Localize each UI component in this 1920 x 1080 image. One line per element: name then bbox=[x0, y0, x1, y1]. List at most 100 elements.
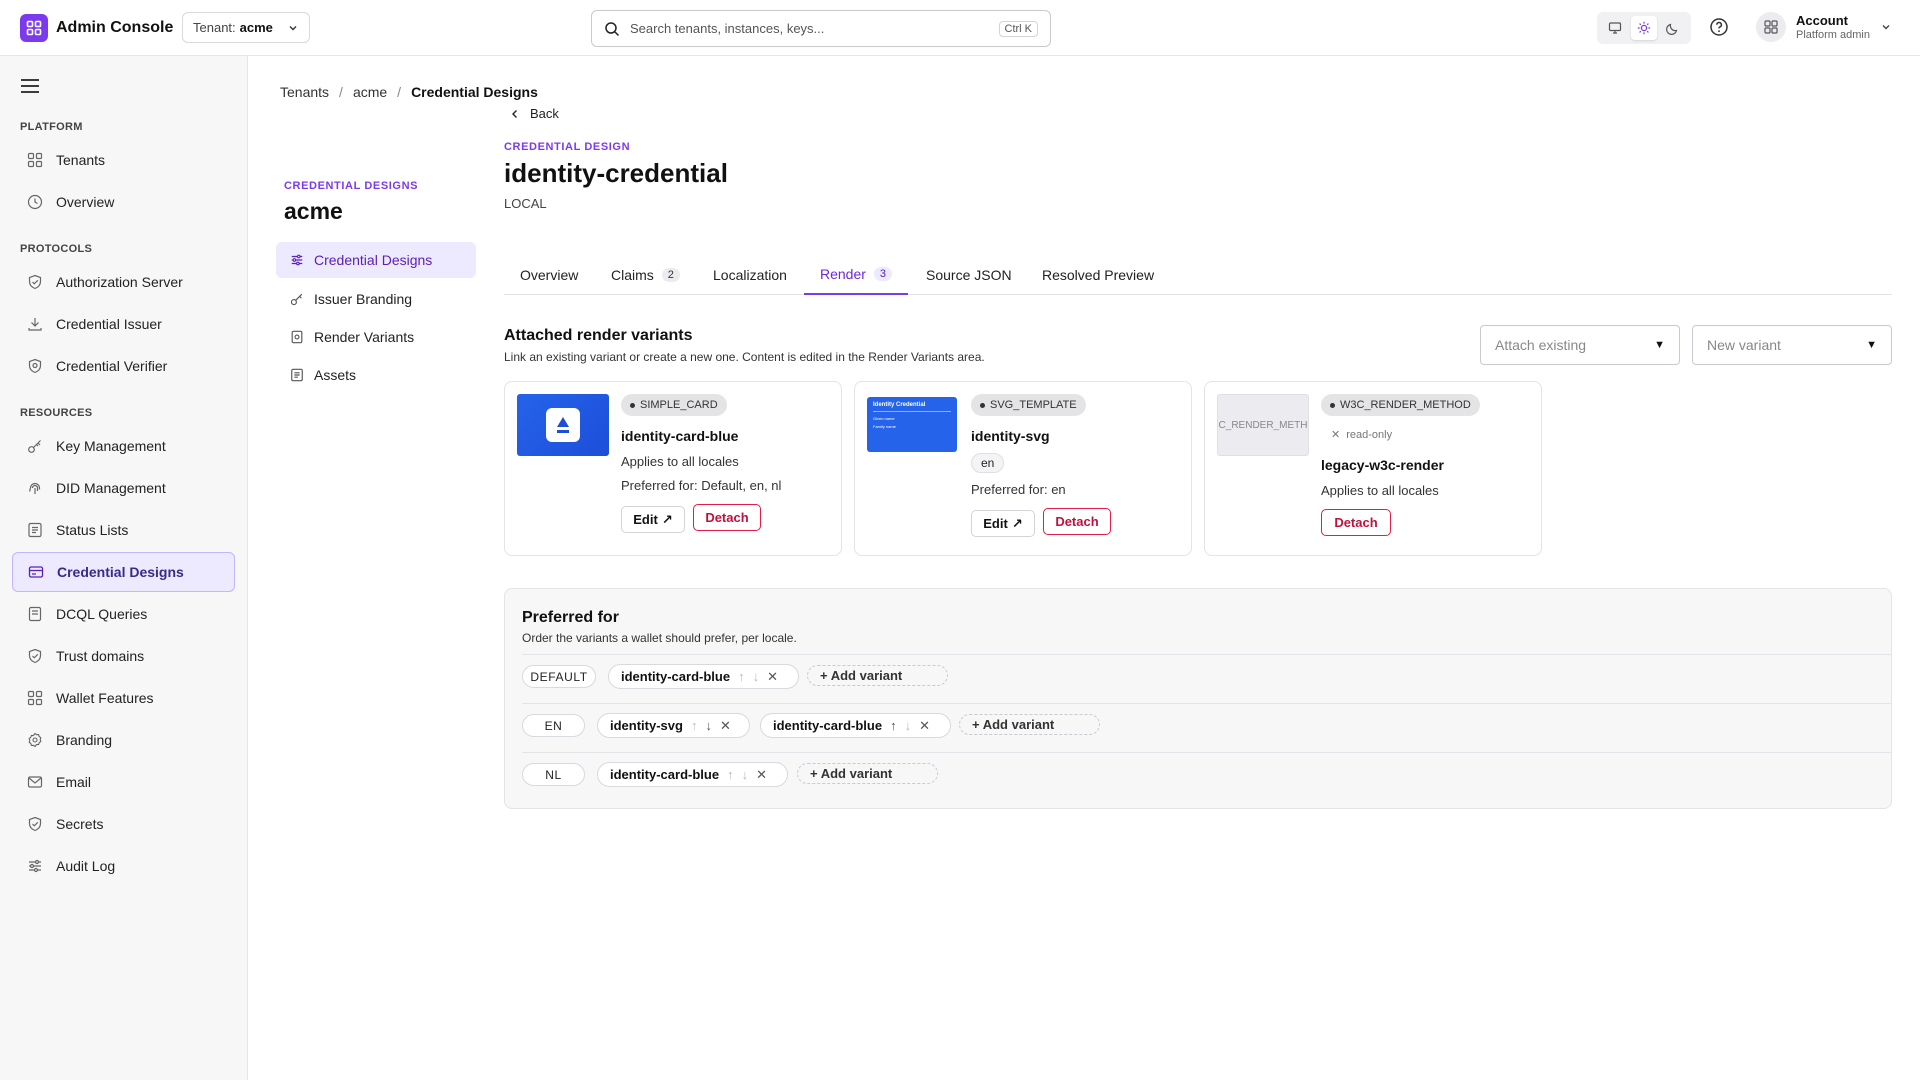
arrow-down-icon[interactable]: ↓ bbox=[742, 767, 749, 782]
tab-resolved-preview[interactable]: Resolved Preview bbox=[1026, 254, 1170, 295]
detach-button[interactable]: Detach bbox=[1321, 509, 1391, 536]
subnav-item-render-variants[interactable]: Render Variants bbox=[276, 319, 476, 355]
subnav-item-credential-designs[interactable]: Credential Designs bbox=[276, 242, 476, 278]
file-icon bbox=[26, 605, 44, 623]
sidebar-item-label: Overview bbox=[56, 194, 115, 210]
theme-toggle[interactable] bbox=[1597, 12, 1691, 44]
sidebar-item-trust-domains[interactable]: Trust domains bbox=[12, 636, 235, 676]
sidebar-item-key-management[interactable]: Key Management bbox=[12, 426, 235, 466]
edit-button[interactable]: Edit ↗ bbox=[621, 506, 685, 533]
external-link-icon: ↗ bbox=[661, 511, 673, 527]
close-icon[interactable]: ✕ bbox=[919, 718, 930, 734]
tenant-select[interactable]: Tenant: acme bbox=[182, 12, 310, 43]
sidebar-item-overview[interactable]: Overview bbox=[12, 182, 235, 222]
add-variant-button[interactable]: + Add variant bbox=[807, 665, 948, 686]
variant-card-legacy-w3c-render: W3C_RENDER_METHOD W3C_RENDER_METHOD ✕rea… bbox=[1204, 381, 1542, 556]
tab-source-json[interactable]: Source JSON bbox=[910, 254, 1028, 295]
tab-label: Localization bbox=[713, 266, 787, 283]
top-bar: Admin Console Tenant: acme Search tenant… bbox=[0, 0, 1920, 56]
sidebar: PLATFORM Tenants Overview PROTOCOLS Auth… bbox=[0, 56, 248, 1080]
sidebar-item-label: Status Lists bbox=[56, 522, 129, 538]
sidebar-item-credential-issuer[interactable]: Credential Issuer bbox=[12, 304, 235, 344]
arrow-up-icon[interactable]: ↑ bbox=[727, 767, 734, 782]
monitor-icon[interactable] bbox=[1602, 16, 1628, 40]
variant-thumbnail bbox=[517, 394, 609, 456]
sliders-icon bbox=[290, 253, 304, 267]
add-variant-button[interactable]: + Add variant bbox=[959, 714, 1100, 735]
subnav-item-label: Render Variants bbox=[314, 329, 415, 345]
tab-overview[interactable]: Overview bbox=[504, 254, 594, 295]
arrow-down-icon[interactable]: ↓ bbox=[753, 669, 760, 684]
breadcrumb-current: Credential Designs bbox=[411, 84, 538, 100]
search-icon bbox=[604, 21, 620, 37]
tab-localization[interactable]: Localization bbox=[697, 254, 803, 295]
render-section-title: Attached render variants bbox=[504, 327, 693, 344]
breadcrumb-acme[interactable]: acme bbox=[353, 84, 387, 100]
sidebar-item-status-lists[interactable]: Status Lists bbox=[12, 510, 235, 550]
close-icon[interactable]: ✕ bbox=[756, 767, 767, 783]
variant-card-identity-card-blue: SIMPLE_CARD identity-card-blue Applies t… bbox=[504, 381, 842, 556]
sidebar-item-branding[interactable]: Branding bbox=[12, 720, 235, 760]
add-variant-button[interactable]: + Add variant bbox=[797, 763, 938, 784]
menu-icon[interactable] bbox=[20, 78, 40, 94]
variant-card-identity-svg: Identity Credential Given name Family na… bbox=[854, 381, 1192, 556]
account-menu[interactable]: Account Platform admin bbox=[1756, 12, 1892, 42]
help-icon[interactable] bbox=[1709, 17, 1729, 37]
badge-icon bbox=[26, 731, 44, 749]
arrow-down-icon[interactable]: ↓ bbox=[905, 718, 912, 733]
breadcrumb-tenants[interactable]: Tenants bbox=[280, 84, 329, 100]
sidebar-item-secrets[interactable]: Secrets bbox=[12, 804, 235, 844]
arrow-up-icon[interactable]: ↑ bbox=[738, 669, 745, 684]
arrow-up-icon[interactable]: ↑ bbox=[890, 718, 897, 733]
sidebar-item-credential-verifier[interactable]: Credential Verifier bbox=[12, 346, 235, 386]
chevron-left-icon bbox=[510, 109, 520, 119]
sidebar-item-label: Email bbox=[56, 774, 92, 790]
shield-icon bbox=[26, 815, 44, 833]
mail-icon bbox=[26, 773, 44, 791]
caret-down-icon: ▼ bbox=[1654, 339, 1665, 351]
sidebar-item-audit-log[interactable]: Audit Log bbox=[12, 846, 235, 886]
attach-existing-select[interactable]: Attach existing ▼ bbox=[1480, 325, 1680, 365]
brand[interactable]: Admin Console bbox=[20, 14, 173, 42]
sidebar-item-dcql-queries[interactable]: DCQL Queries bbox=[12, 594, 235, 634]
variant-name: identity-svg bbox=[971, 428, 1050, 444]
sidebar-item-label: Credential Verifier bbox=[56, 358, 168, 374]
search-shortcut: Ctrl K bbox=[998, 20, 1038, 37]
detach-button[interactable]: Detach bbox=[1043, 508, 1111, 535]
thumb-text: W3C_RENDER_METHOD bbox=[1218, 419, 1308, 431]
close-icon[interactable]: ✕ bbox=[720, 718, 731, 734]
detach-button[interactable]: Detach bbox=[693, 504, 761, 531]
close-icon[interactable]: ✕ bbox=[767, 669, 778, 685]
variant-thumbnail: W3C_RENDER_METHOD bbox=[1217, 394, 1309, 456]
sidebar-item-credential-designs[interactable]: Credential Designs bbox=[12, 552, 235, 592]
sidebar-item-label: DID Management bbox=[56, 480, 166, 496]
tab-render[interactable]: Render 3 bbox=[804, 254, 909, 295]
page-subtitle: LOCAL bbox=[504, 196, 547, 211]
back-button[interactable]: Back bbox=[510, 106, 559, 121]
moon-icon[interactable] bbox=[1660, 16, 1686, 40]
shield-icon bbox=[26, 273, 44, 291]
page-eyebrow: CREDENTIAL DESIGN bbox=[504, 141, 631, 153]
tab-claims[interactable]: Claims 2 bbox=[595, 254, 696, 295]
preferred-title: Preferred for bbox=[522, 609, 619, 626]
preferred-variant-chip: identity-svg ↑ ↓ ✕ bbox=[597, 713, 750, 738]
sidebar-item-label: Secrets bbox=[56, 816, 104, 832]
subnav-item-issuer-branding[interactable]: Issuer Branding bbox=[276, 281, 476, 317]
edit-button[interactable]: Edit ↗ bbox=[971, 510, 1035, 537]
sidebar-item-email[interactable]: Email bbox=[12, 762, 235, 802]
sidebar-item-tenants[interactable]: Tenants bbox=[12, 140, 235, 180]
list-icon bbox=[26, 521, 44, 539]
sun-icon[interactable] bbox=[1630, 16, 1657, 40]
new-variant-select[interactable]: New variant ▼ bbox=[1692, 325, 1892, 365]
search-input[interactable]: Search tenants, instances, keys... Ctrl … bbox=[591, 10, 1051, 47]
sidebar-item-did-management[interactable]: DID Management bbox=[12, 468, 235, 508]
sidebar-item-wallet-features[interactable]: Wallet Features bbox=[12, 678, 235, 718]
sidebar-section-platform: PLATFORM bbox=[20, 121, 83, 133]
arrow-down-icon[interactable]: ↓ bbox=[705, 718, 712, 733]
arrow-up-icon[interactable]: ↑ bbox=[691, 718, 698, 733]
subnav-item-assets[interactable]: Assets bbox=[276, 357, 476, 393]
shield-check-icon bbox=[26, 357, 44, 375]
subnav-eyebrow: CREDENTIAL DESIGNS bbox=[284, 180, 419, 192]
sidebar-section-protocols: PROTOCOLS bbox=[20, 243, 93, 255]
sidebar-item-authorization-server[interactable]: Authorization Server bbox=[12, 262, 235, 302]
